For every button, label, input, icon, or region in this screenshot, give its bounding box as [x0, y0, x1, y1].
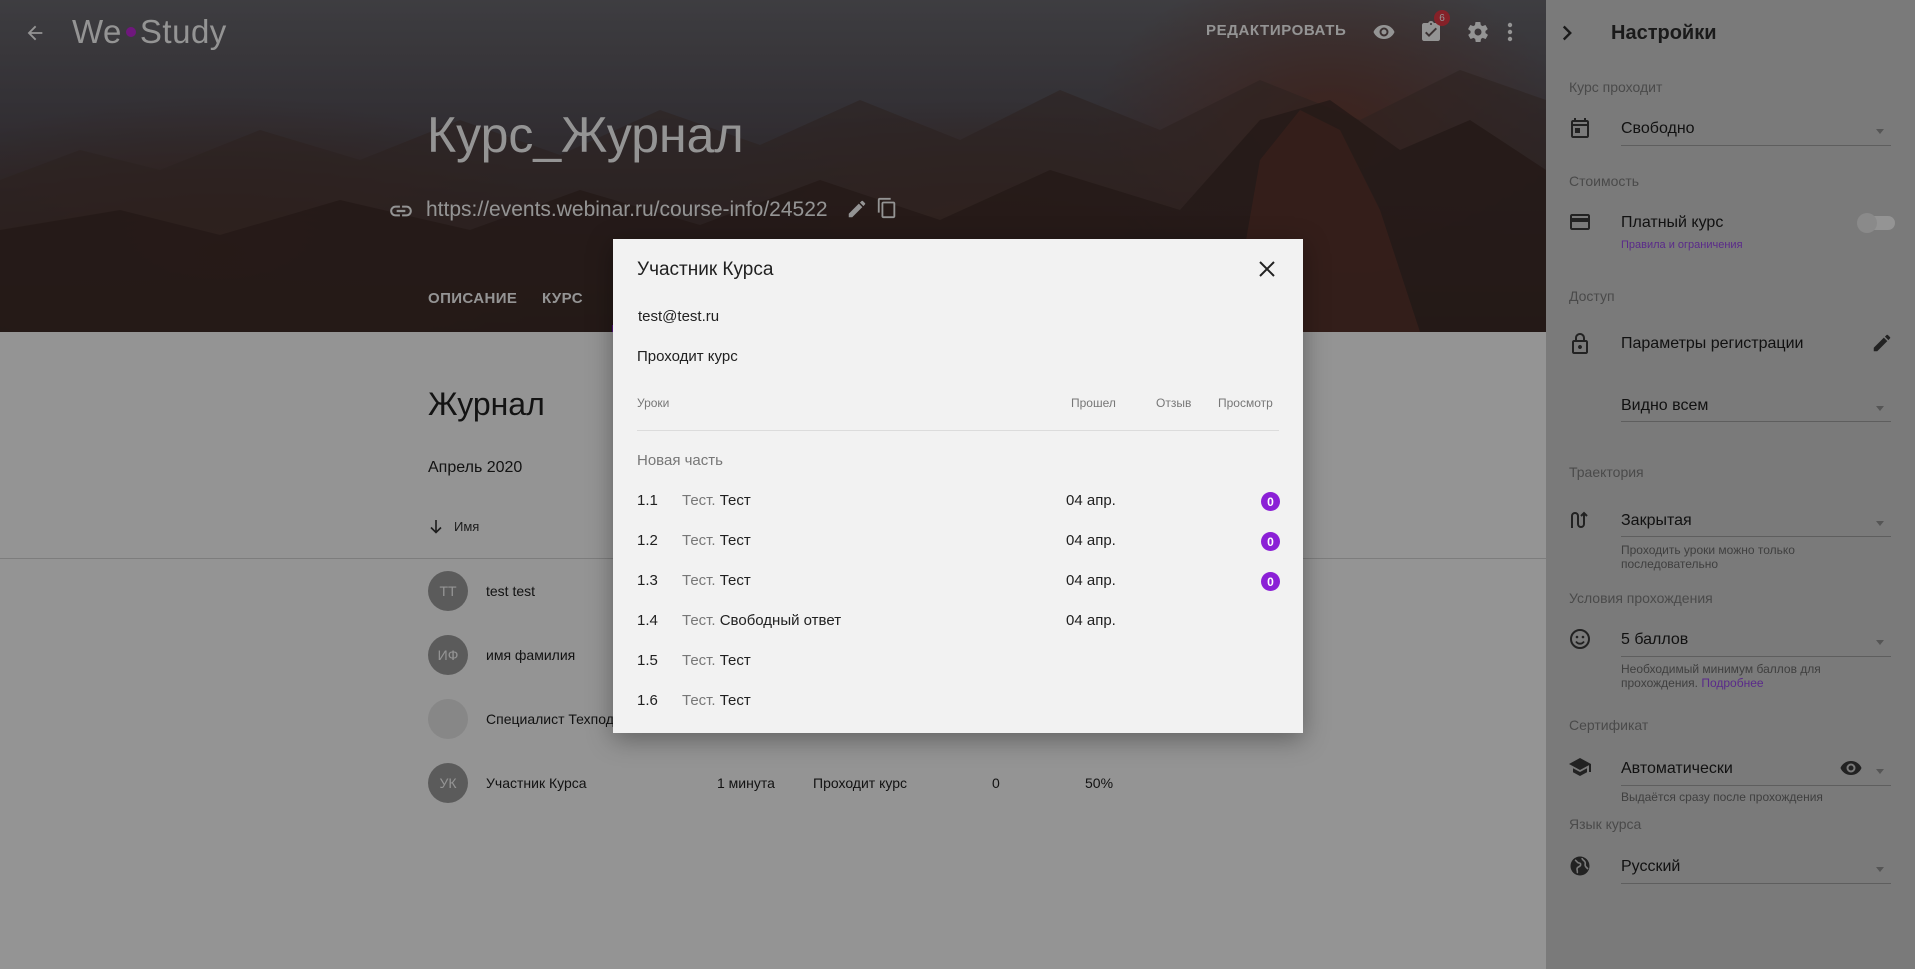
main-area: We Study РЕДАКТИРОВАТЬ 6 Курс_Журнал http…: [0, 0, 1546, 969]
dropdown-arrow-icon[interactable]: [1876, 521, 1884, 526]
certificate-preview-button[interactable]: [1839, 756, 1865, 782]
lesson-number: 1.2: [637, 532, 658, 549]
access-label: Доступ: [1569, 288, 1615, 304]
globe-icon: [1568, 854, 1594, 880]
views-badge: 0: [1261, 532, 1280, 551]
certificate-underline: [1621, 785, 1891, 786]
trajectory-hint: Проходить уроки можно только последовате…: [1621, 543, 1795, 571]
lesson-title: Тест: [719, 692, 751, 709]
lesson-title: Тест: [719, 492, 751, 509]
lesson-row[interactable]: 1.4 Тест. Свободный ответ 04 апр.: [637, 609, 1279, 635]
certificate-hint: Выдаётся сразу после прохождения: [1621, 790, 1823, 804]
collapse-panel-button[interactable]: [1554, 20, 1580, 46]
lesson-number: 1.3: [637, 572, 658, 589]
lesson-number: 1.4: [637, 612, 658, 629]
modal-divider: [637, 430, 1279, 431]
dropdown-arrow-icon[interactable]: [1876, 406, 1884, 411]
lesson-title: Свободный ответ: [719, 612, 842, 629]
conditions-underline: [1621, 656, 1891, 657]
lesson-number: 1.1: [637, 492, 658, 509]
certificate-select[interactable]: Автоматически: [1621, 760, 1733, 778]
participant-modal: Участник Курса test@test.ru Проходит кур…: [613, 239, 1303, 733]
route-icon: [1568, 508, 1594, 534]
language-select[interactable]: Русский: [1621, 858, 1680, 876]
conditions-label: Условия прохождения: [1569, 590, 1713, 606]
lesson-title: Тест: [719, 652, 751, 669]
cost-label: Стоимость: [1569, 173, 1640, 189]
lesson-row[interactable]: 1.1 Тест. Тест 04 апр. 0: [637, 489, 1280, 515]
course-flow-label: Курс проходит: [1569, 79, 1663, 95]
lesson-name: Тест. Тест: [682, 532, 751, 549]
lesson-prefix: Тест.: [682, 612, 716, 629]
settings-title: Настройки: [1611, 22, 1717, 44]
lesson-prefix: Тест.: [682, 652, 716, 669]
lesson-date: 04 апр.: [1066, 572, 1116, 589]
section-title: Новая часть: [637, 452, 723, 469]
participant-email: test@test.ru: [638, 308, 720, 325]
visibility-select[interactable]: Видно всем: [1621, 397, 1708, 415]
lesson-name: Тест. Тест: [682, 692, 751, 709]
conditions-select[interactable]: 5 баллов: [1621, 631, 1688, 649]
dropdown-arrow-icon[interactable]: [1876, 640, 1884, 645]
column-header-review: Отзыв: [1156, 396, 1192, 410]
lesson-title: Тест: [719, 532, 751, 549]
visibility-underline: [1621, 421, 1891, 422]
lesson-number: 1.6: [637, 692, 658, 709]
conditions-hint: Необходимый минимум баллов для прохожден…: [1621, 662, 1891, 690]
dropdown-arrow-icon[interactable]: [1876, 867, 1884, 872]
smiley-icon: [1568, 627, 1594, 653]
graduation-cap-icon: [1568, 755, 1594, 781]
pencil-icon: [1873, 334, 1891, 352]
registration-settings-label: Параметры регистрации: [1621, 335, 1804, 352]
trajectory-underline: [1621, 536, 1891, 537]
participant-status: Проходит курс: [637, 348, 738, 365]
more-info-link[interactable]: Подробнее: [1701, 676, 1763, 690]
lesson-name: Тест. Тест: [682, 492, 751, 509]
lesson-date: 04 апр.: [1066, 492, 1116, 509]
lesson-row[interactable]: 1.5 Тест. Тест: [637, 649, 1279, 675]
views-badge: 0: [1261, 572, 1280, 591]
calendar-icon: [1568, 116, 1594, 142]
column-header-lessons: Уроки: [637, 396, 670, 410]
lock-icon: [1568, 332, 1594, 358]
lesson-date: 04 апр.: [1066, 612, 1116, 629]
credit-card-icon: [1568, 210, 1594, 236]
close-icon: [1259, 261, 1275, 277]
lesson-name: Тест. Свободный ответ: [682, 612, 841, 629]
certificate-label: Сертификат: [1569, 717, 1649, 733]
lesson-prefix: Тест.: [682, 572, 716, 589]
dropdown-arrow-icon[interactable]: [1876, 769, 1884, 774]
course-flow-select[interactable]: Свободно: [1621, 120, 1695, 138]
paid-course-toggle[interactable]: [1857, 213, 1895, 233]
lesson-prefix: Тест.: [682, 492, 716, 509]
lesson-number: 1.5: [637, 652, 658, 669]
edit-registration-button[interactable]: [1871, 332, 1897, 358]
views-badge: 0: [1261, 492, 1280, 511]
lesson-date: 04 апр.: [1066, 532, 1116, 549]
trajectory-select[interactable]: Закрытая: [1621, 512, 1692, 530]
lesson-prefix: Тест.: [682, 692, 716, 709]
eye-icon: [1840, 761, 1862, 775]
column-header-view: Просмотр: [1218, 396, 1273, 410]
lesson-row[interactable]: 1.2 Тест. Тест 04 апр. 0: [637, 529, 1280, 555]
language-label: Язык курса: [1569, 816, 1642, 832]
column-header-passed: Прошел: [1071, 396, 1116, 410]
lesson-name: Тест. Тест: [682, 572, 751, 589]
lesson-row[interactable]: 1.6 Тест. Тест: [637, 689, 1279, 715]
close-button[interactable]: [1253, 255, 1281, 283]
dropdown-arrow-icon[interactable]: [1876, 129, 1884, 134]
lesson-row[interactable]: 1.3 Тест. Тест 04 апр. 0: [637, 569, 1280, 595]
rules-link[interactable]: Правила и ограничения: [1621, 238, 1891, 252]
course-flow-underline: [1621, 145, 1891, 146]
settings-panel: Настройки Курс проходит Свободно Стоимос…: [1546, 0, 1915, 969]
modal-title: Участник Курса: [637, 259, 774, 280]
paid-course-label: Платный курс: [1621, 214, 1724, 231]
lesson-title: Тест: [719, 572, 751, 589]
chevron-right-icon: [1562, 25, 1572, 41]
trajectory-label: Траектория: [1569, 464, 1644, 480]
language-underline: [1621, 883, 1891, 884]
lesson-prefix: Тест.: [682, 532, 716, 549]
lesson-name: Тест. Тест: [682, 652, 751, 669]
